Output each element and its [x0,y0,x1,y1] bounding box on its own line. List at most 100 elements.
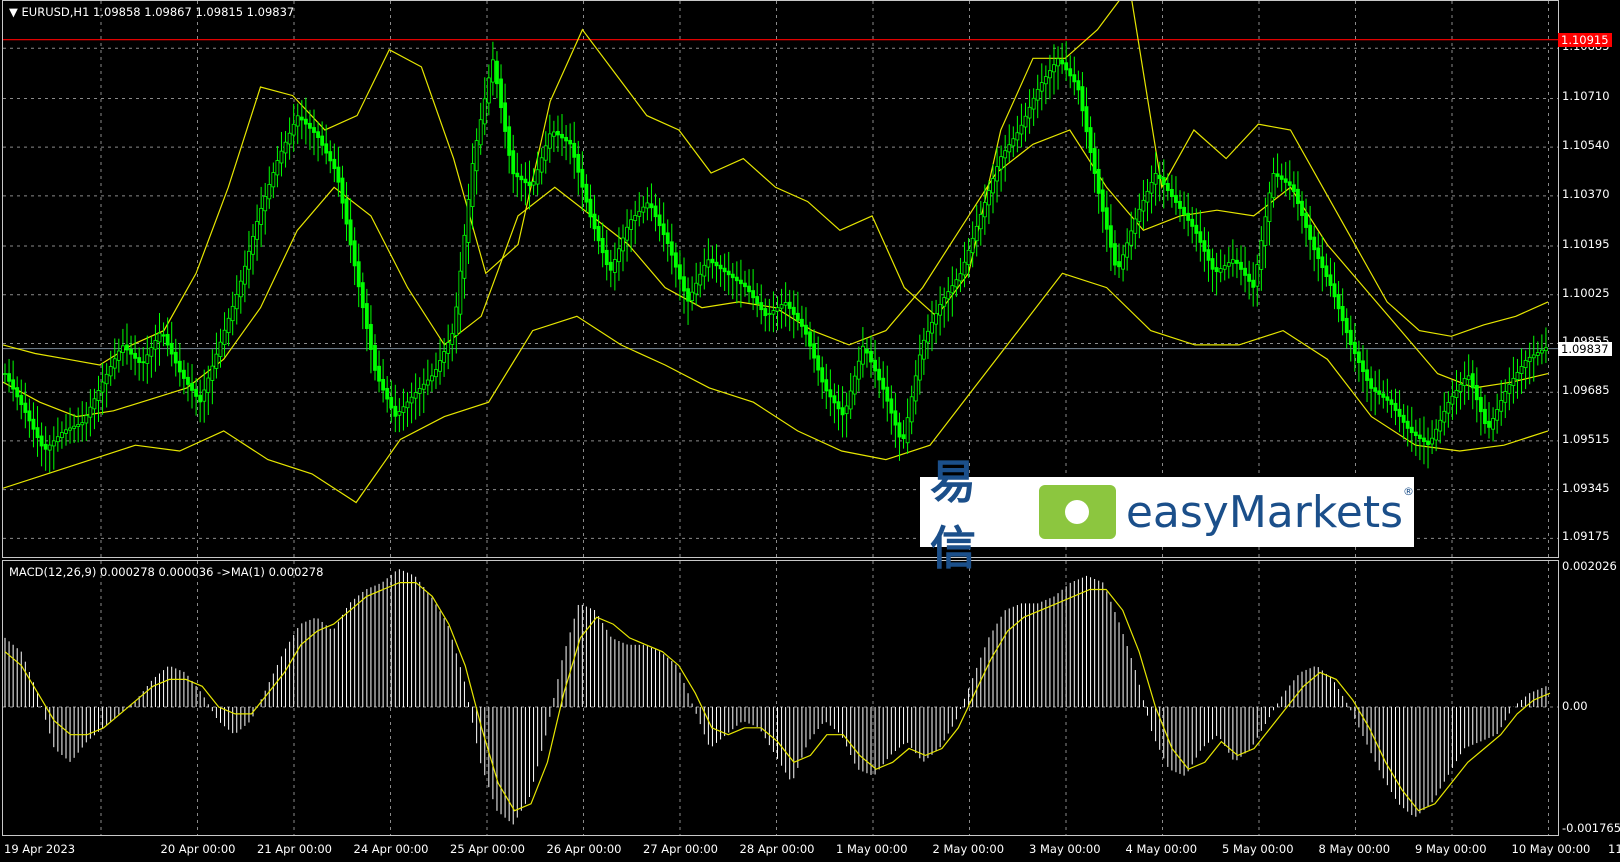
candle-body [1226,262,1231,267]
candle-body [633,215,638,221]
candle-body [702,264,707,277]
time-axis-tick: 25 Apr 00:00 [450,842,525,856]
candle-body [1332,283,1337,298]
time-axis-tick: 20 Apr 00:00 [160,842,236,856]
candle-body [1430,437,1434,445]
candle-body [210,365,215,381]
candle-body [303,118,308,125]
candle-body [718,264,723,270]
candle-body [1271,173,1276,199]
candle-body [1210,258,1215,270]
candle-body [897,422,902,438]
candle-body [1230,259,1235,264]
candle-body [377,365,381,382]
candle-body [507,126,512,156]
candle-body [1011,138,1016,147]
candle-body [1519,366,1524,374]
candle-body [401,406,406,413]
candle-body [308,122,312,129]
candle-body [1031,97,1036,110]
candle-body [503,102,507,132]
candle-body [332,158,337,170]
time-axis-tick: 3 May 00:00 [1029,842,1101,856]
candle-body [1438,419,1443,432]
candle-body [247,250,251,270]
candle-body [592,213,597,230]
candle-body [515,172,520,178]
price-axis-tick: 1.10195 [1562,237,1610,252]
candle-body [946,291,951,300]
candle-body [1316,247,1321,260]
price-chart-panel[interactable]: ▼ EURUSD,H1 1.09858 1.09867 1.09815 1.09… [2,0,1559,558]
candle-body [1462,378,1467,386]
candle-body [202,389,207,402]
candle-body [962,261,967,276]
macd-chart-panel[interactable]: MACD(12,26,9) 0.000278 0.000036 ->MA(1) … [2,560,1559,836]
candle-body [186,376,190,385]
candle-body [678,264,682,280]
candle-body [255,221,259,240]
macd-chart-svg [3,561,1558,835]
bollinger-middle-band [3,129,1549,418]
time-axis-tick: 8 May 00:00 [1318,842,1391,856]
candle-body [1487,420,1491,428]
candle-body [987,190,991,206]
candle-body [869,350,873,363]
candle-body [190,382,194,391]
candle-body [893,410,898,426]
candle-body [812,343,816,359]
candle-body [1064,62,1069,71]
candle-body [1174,194,1178,203]
candle-body [816,355,821,371]
candle-body [1275,173,1280,177]
candle-body [1100,189,1105,212]
candle-body [149,347,154,357]
candle-body [547,133,552,149]
candle-body [1296,188,1300,205]
candle-body [1092,148,1097,174]
candle-body [551,131,556,137]
candle-body [1178,200,1182,209]
candle-body [348,219,353,246]
candle-body [787,301,792,309]
candle-body [108,366,113,377]
candle-body [1198,231,1203,243]
candle-body [352,240,357,267]
candle-body [1389,399,1394,405]
candle-body [844,405,849,415]
bollinger-upper-band [3,1,1549,366]
candle-body [356,261,361,288]
candle-body [1373,387,1378,392]
candle-body [970,237,975,254]
candle-body [1088,127,1093,154]
candle-body [734,276,739,282]
candle-body [446,342,451,354]
candle-body [1511,377,1516,386]
candle-body [1056,58,1060,67]
candle-body [125,344,129,351]
candle-body [474,140,479,172]
candle-body [641,206,646,213]
candle-body [836,401,841,410]
candle-body [344,198,349,225]
candle-body [458,270,463,315]
candle-body [1397,408,1402,417]
candle-body [954,279,959,288]
candle-body [982,202,987,218]
candle-body [832,395,837,404]
candle-body [657,214,662,227]
symbol-info-label: ▼ EURUSD,H1 1.09858 1.09867 1.09815 1.09… [9,5,294,19]
candle-body [580,168,585,188]
candle-body [72,425,77,429]
candle-body [173,351,178,364]
candle-body [1182,206,1186,215]
candle-body [1442,410,1447,423]
candle-body [779,304,784,309]
collapse-triangle-icon[interactable]: ▼ [9,5,18,19]
candle-body [442,351,447,363]
candle-body [385,387,390,400]
time-axis-tick: 27 Apr 00:00 [643,842,718,856]
candle-body [369,324,373,350]
candle-body [478,119,483,146]
candle-body [921,339,926,360]
